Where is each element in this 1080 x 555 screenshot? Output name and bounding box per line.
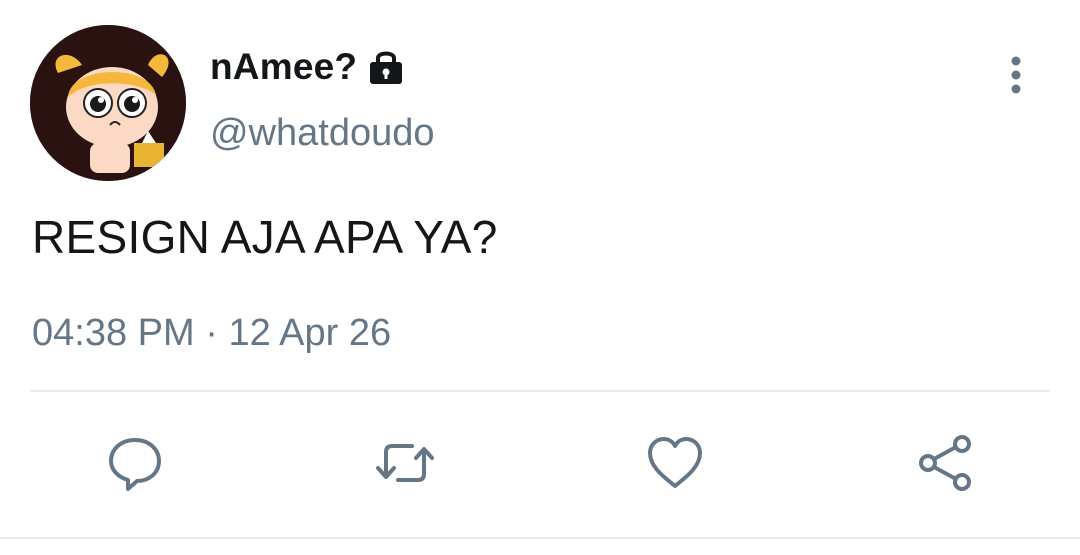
meta-separator: ·	[205, 312, 218, 354]
user-handle[interactable]: @whatdoudo	[210, 112, 435, 155]
divider	[30, 390, 1050, 392]
reply-icon	[109, 438, 161, 491]
like-button[interactable]	[640, 428, 710, 498]
more-options-button[interactable]	[996, 52, 1036, 98]
retweet-button[interactable]	[370, 428, 440, 498]
bottom-divider	[0, 537, 1080, 539]
display-name[interactable]: nAmee?	[210, 46, 357, 88]
heart-icon	[648, 437, 702, 488]
tweet-date: 12 Apr 26	[228, 312, 392, 354]
lock-icon	[365, 46, 407, 88]
avatar-image	[30, 25, 186, 181]
tweet-text: RESIGN AJA APA YA?	[32, 211, 498, 263]
display-name-row: nAmee?	[210, 46, 407, 88]
share-icon	[919, 435, 971, 491]
avatar[interactable]	[30, 25, 186, 181]
tweet-timestamp: 04:38 PM · 12 Apr 26	[32, 312, 391, 355]
more-vertical-icon	[1011, 56, 1021, 94]
reply-button[interactable]	[100, 428, 170, 498]
retweet-icon	[376, 444, 434, 482]
tweet-time: 04:38 PM	[32, 312, 195, 354]
share-button[interactable]	[910, 428, 980, 498]
